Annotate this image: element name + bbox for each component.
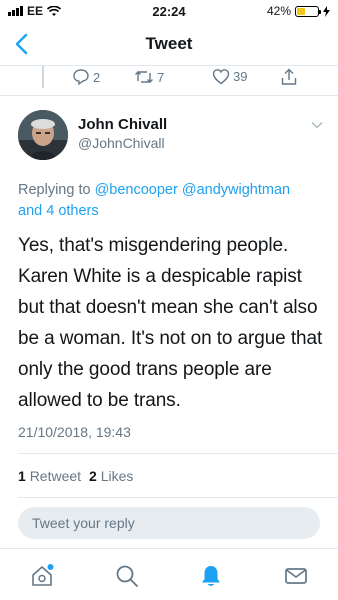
like-count: 39 [233, 69, 248, 84]
retweet-icon [135, 71, 153, 83]
status-bar: EE 22:24 42% [0, 0, 338, 22]
battery-level [297, 7, 306, 15]
home-icon[interactable] [29, 563, 55, 589]
retweet-total: 1 [18, 468, 26, 484]
divider [18, 497, 338, 498]
reply-placeholder: Tweet your reply [32, 515, 135, 531]
page-title: Tweet [145, 34, 193, 53]
previous-tweet-actions: 2 7 39 [72, 68, 312, 90]
reply-icon [73, 69, 89, 86]
like-total: 2 [89, 468, 97, 484]
reply-input[interactable]: Tweet your reply [18, 507, 320, 539]
like-action[interactable]: 39 [212, 68, 247, 85]
retweet-count: 7 [157, 69, 165, 85]
replying-to-prefix: Replying to [18, 182, 95, 198]
author-handle[interactable]: @JohnChivall [78, 135, 165, 151]
retweet-label: Retweet [29, 468, 82, 484]
nav-bar: Tweet [0, 22, 338, 66]
like-label: Likes [100, 468, 134, 484]
search-icon[interactable] [114, 563, 140, 589]
chevron-down-icon[interactable] [310, 118, 324, 132]
messages-icon[interactable] [283, 563, 309, 589]
thread-connector [42, 66, 44, 88]
reply-action[interactable]: 2 [72, 68, 100, 86]
share-icon [281, 68, 297, 85]
status-right: 42% [267, 4, 330, 18]
tweet-stats: 1 Retweet 2 Likes [18, 468, 133, 484]
tweet-text: Yes, that's misgendering people. Karen W… [18, 235, 323, 411]
share-action[interactable] [280, 68, 298, 86]
divider [0, 95, 338, 96]
likes-stat[interactable]: 2 Likes [89, 468, 133, 484]
tweet-timestamp: 21/10/2018, 19:43 [18, 424, 131, 440]
battery-icon [295, 5, 321, 17]
notifications-icon[interactable] [198, 563, 224, 589]
replying-to-mentions[interactable]: @bencooper @andywightman [95, 182, 291, 198]
divider [18, 453, 338, 454]
retweets-stat[interactable]: 1 Retweet [18, 468, 81, 484]
replying-to-others[interactable]: and 4 others [18, 203, 99, 219]
charging-icon [323, 5, 330, 17]
tab-bar [0, 548, 338, 600]
profile-photo [18, 110, 68, 160]
heart-icon [212, 69, 230, 85]
avatar[interactable] [18, 110, 68, 160]
replying-to: Replying to @bencooper @andywightman and… [18, 180, 323, 222]
author-name[interactable]: John Chivall [78, 116, 167, 133]
retweet-action[interactable]: 7 [134, 68, 164, 86]
reply-count: 2 [93, 69, 101, 85]
battery-percent: 42% [266, 4, 291, 18]
